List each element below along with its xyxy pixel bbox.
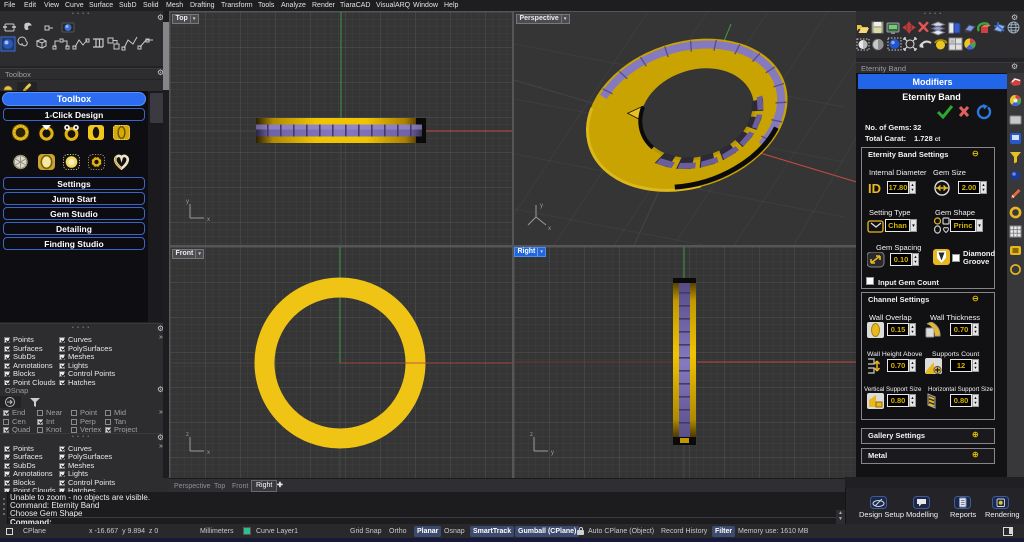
svg-text:x: x bbox=[548, 226, 551, 232]
svg-text:y: y bbox=[186, 199, 189, 205]
svg-text:y: y bbox=[540, 203, 543, 209]
svg-text:z: z bbox=[186, 432, 189, 438]
svg-text:x: x bbox=[207, 217, 210, 223]
svg-text:ID: ID bbox=[868, 181, 881, 196]
svg-text:y: y bbox=[551, 450, 554, 456]
svg-text:z: z bbox=[530, 432, 533, 438]
svg-text:x: x bbox=[207, 450, 210, 456]
